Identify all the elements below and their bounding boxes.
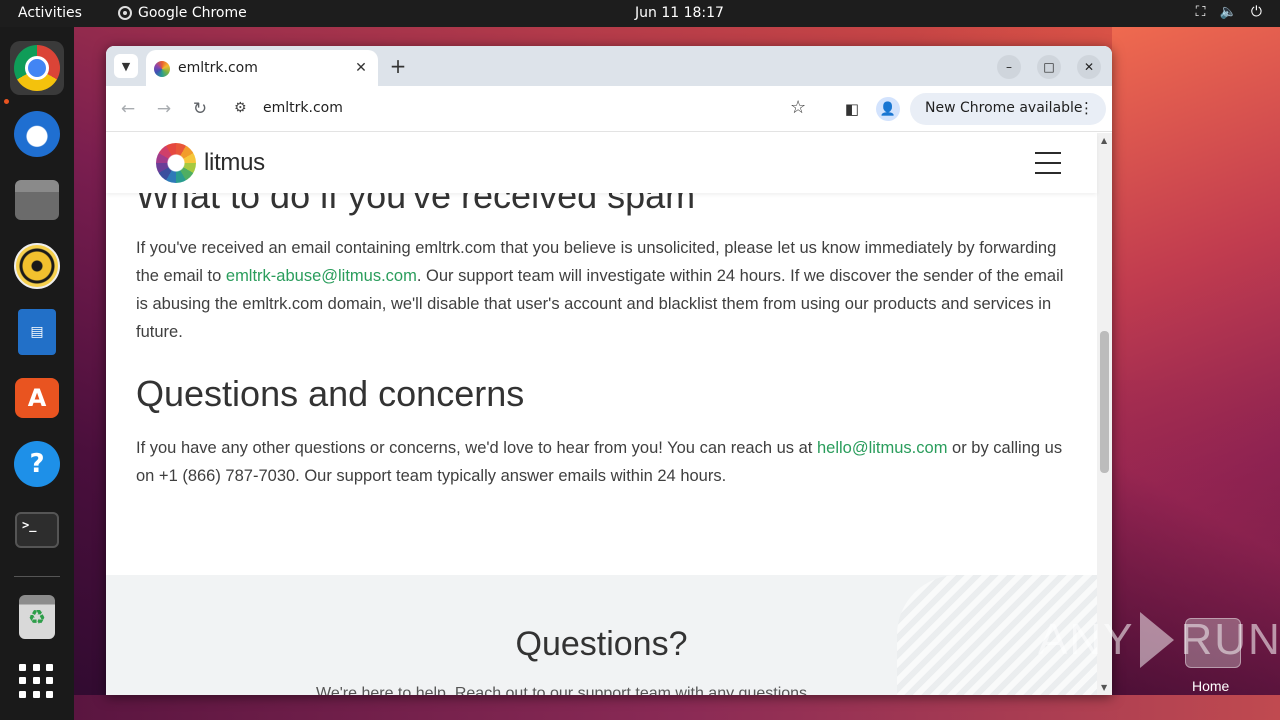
close-button[interactable]: ✕ [1077,55,1101,79]
questions-title: Questions? [515,625,688,663]
app-center-icon: A [15,378,59,418]
chrome-icon [14,45,60,91]
tab-emltrk[interactable]: emltrk.com ✕ [146,50,378,86]
update-chrome-button[interactable]: New Chrome available ⋮ [910,93,1106,125]
chevron-down-icon: ▼ [121,59,131,73]
new-tab-button[interactable]: + [386,54,410,78]
logo-text: litmus [204,149,265,176]
watermark-play-icon [1140,612,1175,668]
dock-chrome[interactable] [10,41,64,95]
minimize-button[interactable]: – [997,55,1021,79]
dock-separator [14,576,60,577]
app-name: Google Chrome [138,5,247,21]
writer-icon: ▤ [18,309,56,355]
dock-writer[interactable]: ▤ [10,305,64,359]
litmus-logo[interactable]: litmus [156,143,265,183]
clock[interactable]: Jun 11 18:17 [635,5,724,21]
scroll-up-arrow-icon[interactable]: ▲ [1101,136,1107,145]
network-icon: ⛶ [1195,4,1206,20]
trash-icon: ♻ [19,595,55,639]
wallpaper-shape-shadow [1112,380,1280,720]
thunderbird-icon [14,111,60,157]
questions-band: Questions? We're here to help. Reach out… [106,575,1097,695]
page-scrollbar[interactable]: ▲ ▼ [1097,133,1112,695]
update-label: New Chrome available [925,100,1083,116]
anyrun-watermark: ANY RUN [1038,612,1280,668]
dock-files[interactable] [10,173,64,227]
app-menu[interactable]: Google Chrome [118,5,247,21]
dock-app-grid[interactable] [10,654,64,708]
dock-thunderbird[interactable] [10,107,64,161]
litmus-favicon-icon [154,61,170,77]
dock-help[interactable]: ? [10,437,64,491]
bookmark-star-icon[interactable]: ☆ [790,97,806,118]
tab-close-icon[interactable]: ✕ [351,58,371,78]
paragraph-spam: If you've received an email containing e… [136,234,1066,346]
tab-search-button[interactable]: ▼ [114,54,138,78]
files-icon [15,180,59,220]
power-icon: ⏻ [1250,4,1262,20]
chrome-small-icon [118,6,132,20]
top-bar: Activities Google Chrome Jun 11 18:17 ⛶ … [0,0,1280,27]
wallpaper-bottom [74,695,1280,720]
heading-questions: Questions and concerns [136,373,525,414]
back-button[interactable]: ← [116,97,140,121]
running-indicator [4,99,9,104]
dock-rhythmbox[interactable] [10,239,64,293]
tab-title: emltrk.com [178,60,258,76]
home-label[interactable]: Home [1192,678,1229,694]
home-folder-icon[interactable] [1185,618,1241,668]
chrome-window: ▼ emltrk.com ✕ + – □ ✕ ← → ↻ ⚙ emltrk.co… [106,46,1112,695]
hamburger-menu-icon[interactable] [1035,152,1061,174]
dock-app-center[interactable]: A [10,371,64,425]
watermark-text-start: ANY [1038,615,1135,664]
side-panel-icon[interactable]: ◧ [840,97,864,121]
dock-terminal[interactable]: >_ [10,503,64,557]
system-tray[interactable]: ⛶ 🔈 ⏻ [1196,4,1262,20]
forward-button[interactable]: → [152,97,176,121]
rhythmbox-icon [14,243,60,289]
maximize-button[interactable]: □ [1037,55,1061,79]
reload-button[interactable]: ↻ [188,97,212,121]
paragraph-questions: If you have any other questions or conce… [136,434,1066,490]
app-grid-icon [19,663,55,699]
page-viewport: litmus What to do if you've received spa… [106,133,1112,695]
tab-strip: ▼ emltrk.com ✕ + – □ ✕ [106,46,1112,86]
browser-toolbar: ← → ↻ ⚙ emltrk.com ☆ ◧ 👤 New Chrome avai… [106,86,1112,132]
litmus-logo-mark-icon [156,143,196,183]
url-text: emltrk.com [263,100,343,116]
dock-trash[interactable]: ♻ [10,590,64,644]
volume-icon: 🔈 [1219,4,1237,20]
terminal-icon: >_ [15,512,59,548]
questions-subtext: We're here to help. Reach out to our sup… [316,685,812,695]
site-info-icon[interactable]: ⚙ [234,100,247,116]
address-bar[interactable]: ⚙ emltrk.com [226,92,826,126]
hello-email-link[interactable]: hello@litmus.com [817,439,947,457]
help-icon: ? [14,441,60,487]
more-menu-icon[interactable]: ⋮ [1079,99,1094,117]
dock: ▤ A ? >_ ♻ [0,27,74,720]
scroll-thumb[interactable] [1100,331,1109,473]
profile-avatar-icon[interactable]: 👤 [876,97,900,121]
site-header: litmus [106,133,1097,193]
paragraph-questions-part1: If you have any other questions or conce… [136,439,817,457]
abuse-email-link[interactable]: emltrk-abuse@litmus.com [226,267,417,285]
scroll-down-arrow-icon[interactable]: ▼ [1101,683,1107,692]
activities-button[interactable]: Activities [18,5,82,21]
